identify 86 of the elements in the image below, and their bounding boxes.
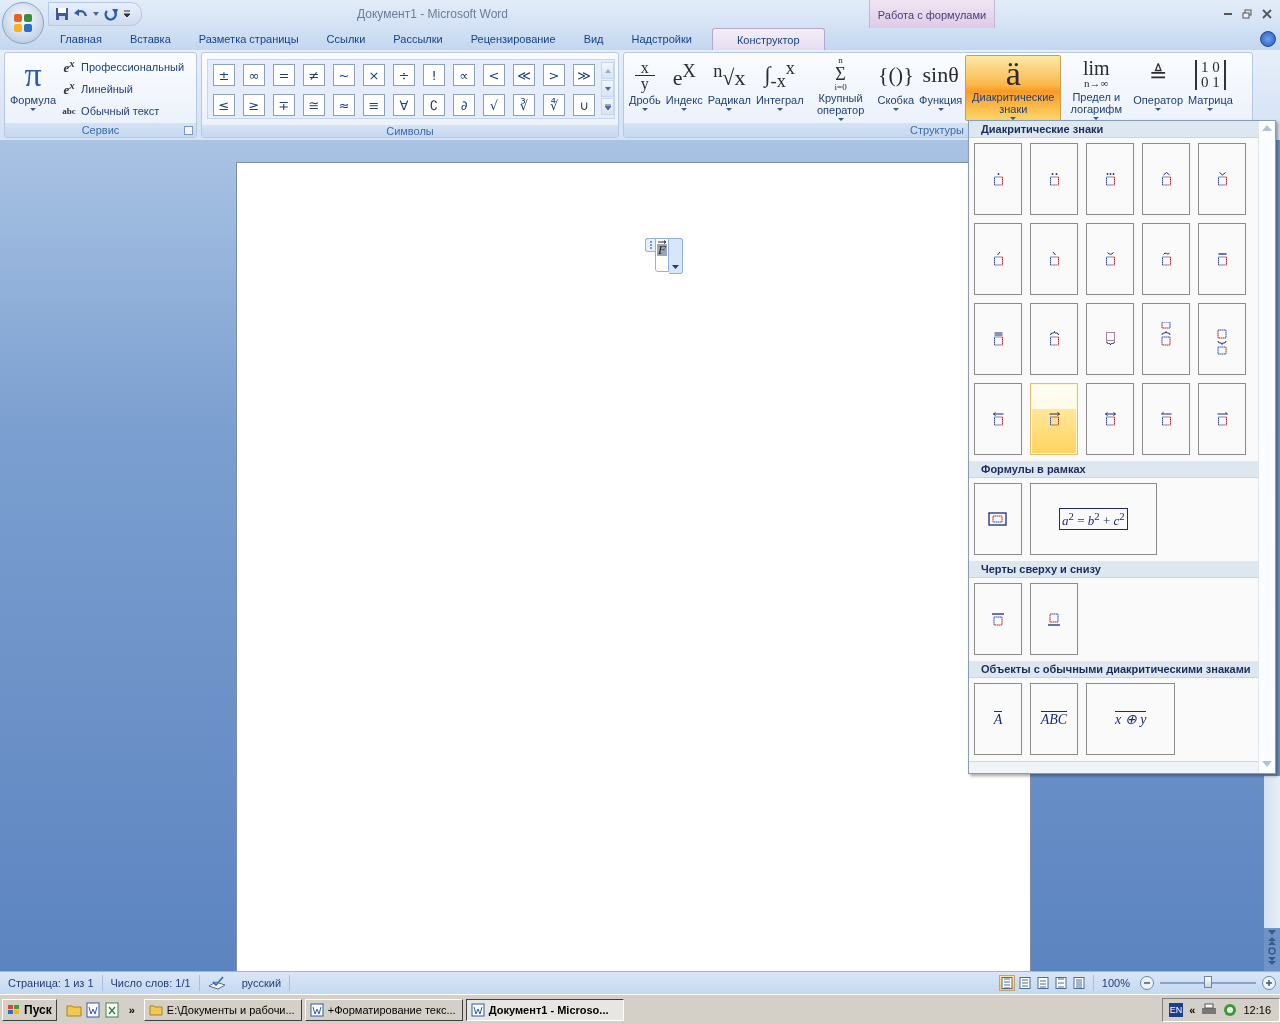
gallery-item[interactable]: a$^{2}$ = b$^{2}$ + c$^{2}$ <box>1030 482 1157 555</box>
symbol-button[interactable]: ≈ <box>333 94 355 116</box>
symbol-button[interactable]: × <box>363 64 385 86</box>
symbol-button[interactable]: ∂ <box>453 94 475 116</box>
structure-button[interactable]: sinθ Функция <box>917 55 965 121</box>
group-label: Символы <box>386 125 434 137</box>
ribbon-tab[interactable]: Рассылки <box>379 28 457 50</box>
zoom-level: 100% <box>1092 975 1138 991</box>
matrix-glyph: 1 0 0 1 <box>1195 60 1226 90</box>
symbol-button[interactable]: ∜ <box>543 94 565 116</box>
symbol-button[interactable]: ∞ <box>243 64 265 86</box>
stacked-glyph: n Σ i=0 <box>834 56 847 92</box>
taskbar-button[interactable]: Документ1 - Microso... <box>465 998 624 1021</box>
formula-button[interactable]: π Формула <box>8 55 59 121</box>
symbol-button[interactable]: ! <box>423 64 445 86</box>
symbol-button[interactable]: ≡ <box>363 94 385 116</box>
structure-glyph: sinθ <box>922 64 959 86</box>
format-option[interactable]: e$^{x}$ Линейный <box>60 79 185 98</box>
section-title: Формулы в рамках <box>981 462 1086 475</box>
gallery-item[interactable]: A <box>974 682 1022 755</box>
structure-glyph: $^{n}$√x <box>713 61 746 89</box>
ribbon-tab[interactable]: Главная <box>46 28 116 50</box>
ribbon-tab[interactable]: Вид <box>569 28 618 50</box>
symbol-button[interactable]: ∝ <box>453 64 475 86</box>
equation-text: F <box>657 244 667 256</box>
symbol-button[interactable]: ∓ <box>273 94 295 116</box>
ribbon-tab[interactable]: Надстройки <box>617 28 706 50</box>
section-title: Диакритические знаки <box>981 122 1104 135</box>
symbol-button[interactable]: ± <box>213 64 235 86</box>
overlined-text: x ⊕ y <box>1115 710 1147 727</box>
symbol-button[interactable]: √ <box>483 94 505 116</box>
clock: 12:16 <box>1243 1003 1271 1016</box>
overlined-text: ABC <box>1040 710 1068 727</box>
group-label: Структуры <box>910 124 964 136</box>
symbol-button[interactable]: > <box>543 64 565 86</box>
symbol-button[interactable]: < <box>483 64 505 86</box>
symbol-button[interactable]: = <box>273 64 295 86</box>
symbol-button[interactable]: ≪ <box>513 64 535 86</box>
taskbar-button[interactable]: +Форматирование текс... <box>304 998 463 1021</box>
structure-button[interactable]: e$^{X}$ Индекс <box>663 55 705 121</box>
overlined-text: A <box>993 710 1003 727</box>
ribbon-tab[interactable]: Разметка страницы <box>184 28 313 50</box>
symbol-button[interactable]: ≠ <box>303 64 325 86</box>
symbol-button[interactable]: ≫ <box>573 64 595 86</box>
group-label: Сервис <box>81 124 120 136</box>
more-launchers-button[interactable]: » <box>122 1003 141 1016</box>
structure-glyph: ä <box>1005 56 1021 91</box>
symbol-button[interactable]: ∛ <box>513 94 535 116</box>
structure-button[interactable]: ä Диакритические знаки <box>965 55 1062 121</box>
equation-field[interactable]: F <box>655 238 669 272</box>
context-tab-title: Работа с формулами <box>877 9 987 23</box>
fraction-glyph: x y <box>634 59 655 91</box>
section-title: Объекты с обычными диакритическими знаками <box>981 662 1251 675</box>
format-option[interactable]: e$^{x}$ Профессиональный <box>60 57 185 76</box>
keyboard-language-indicator[interactable]: EN <box>1168 1002 1184 1017</box>
section-title: Черты сверху и снизу <box>981 562 1101 575</box>
symbol-button[interactable]: ≥ <box>243 94 265 116</box>
symbol-button[interactable]: ∁ <box>423 94 445 116</box>
window-title: Документ1 - Microsoft Word <box>357 7 509 21</box>
ribbon-tab[interactable]: Ссылки <box>312 28 380 50</box>
structure-glyph: {()} <box>877 64 914 86</box>
language-indicator: русский <box>233 975 291 991</box>
symbol-button[interactable]: ~ <box>333 64 355 86</box>
structure-button[interactable]: x y Дробь <box>627 55 663 121</box>
symbol-button[interactable]: ÷ <box>393 64 415 86</box>
taskbar-button[interactable]: E:\Документы и рабочи... <box>143 998 302 1021</box>
symbol-button[interactable]: ∀ <box>393 94 415 116</box>
symbol-button[interactable]: ≅ <box>303 94 325 116</box>
structure-button[interactable]: $^{n}$√x Радикал <box>705 55 753 121</box>
ribbon-tab[interactable]: Вставка <box>115 28 185 50</box>
gallery-item[interactable]: x ⊕ y <box>1086 682 1176 755</box>
word-count: Число слов: 1/1 <box>102 975 200 991</box>
structure-glyph: ≜ <box>1149 64 1168 86</box>
show-hidden-icons-button[interactable]: « <box>1189 1003 1196 1016</box>
boxed-formula: a$^{2}$ = b$^{2}$ + c$^{2}$ <box>1059 508 1128 530</box>
gallery-item[interactable]: ABC <box>1030 682 1078 755</box>
start-button[interactable]: Пуск <box>2 998 57 1021</box>
symbol-button[interactable]: ∪ <box>573 94 595 116</box>
ribbon-tab[interactable]: Конструктор <box>711 28 825 50</box>
structure-glyph: e$^{X}$ <box>672 61 696 89</box>
page-count: Страница: 1 из 1 <box>0 975 103 991</box>
symbol-button[interactable]: ≤ <box>213 94 235 116</box>
format-option[interactable]: abc Обычный текст <box>60 101 185 120</box>
stacked-glyph: lim n→∞ <box>1082 58 1110 89</box>
ribbon-tab[interactable]: Рецензирование <box>456 28 570 50</box>
structure-button[interactable]: {()} Скобка <box>875 55 917 121</box>
